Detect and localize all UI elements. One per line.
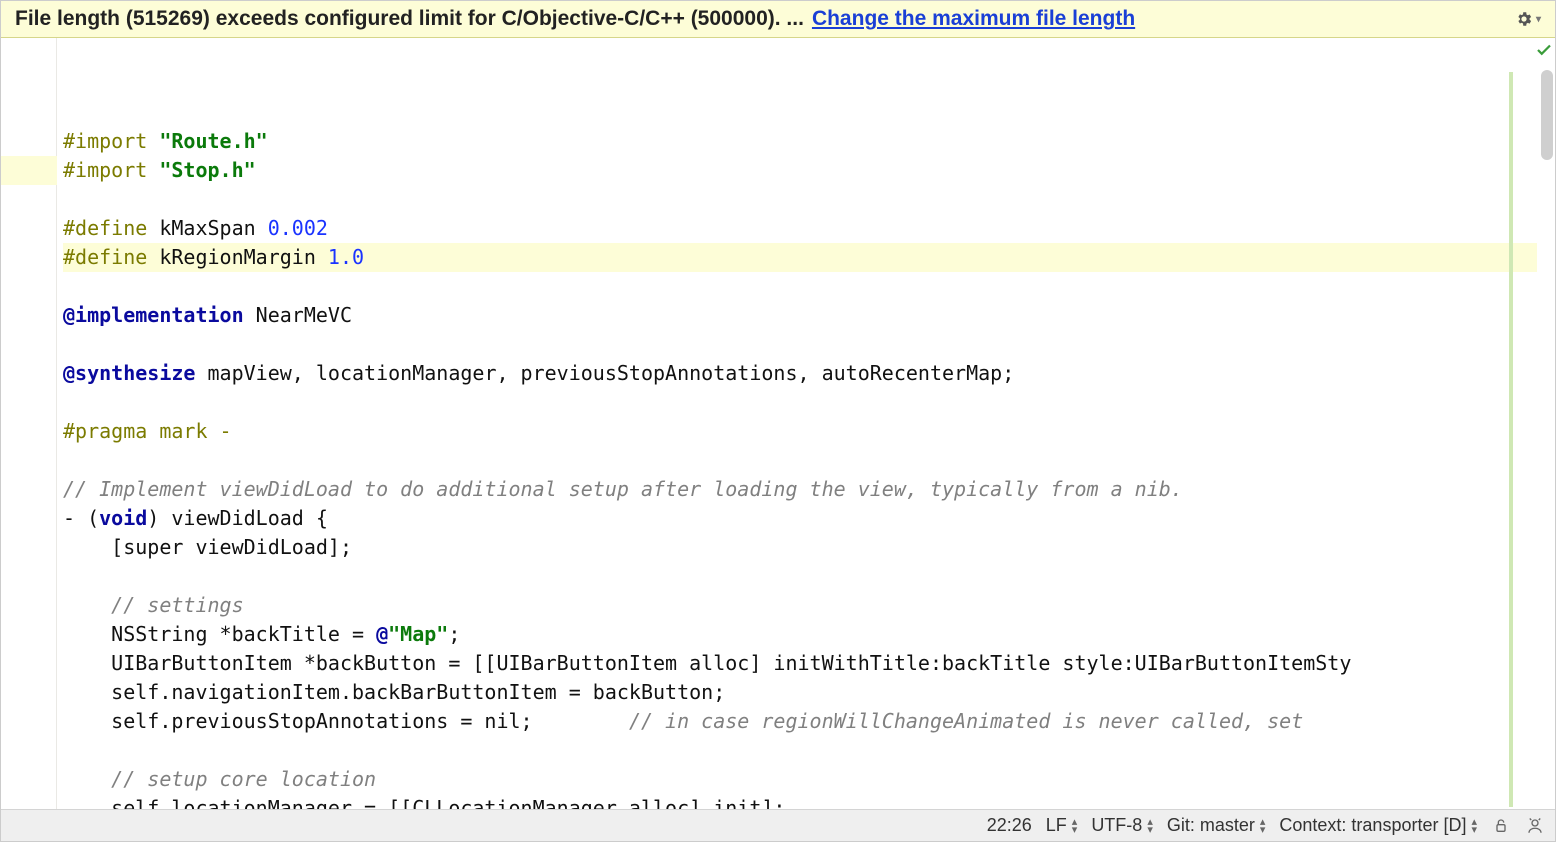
banner-gear-button[interactable]: ▾ [1514, 9, 1541, 29]
code-line[interactable]: self.previousStopAnnotations = nil; // i… [63, 707, 1537, 736]
code-line[interactable] [63, 562, 1537, 591]
git-branch-selector[interactable]: Git: master ▴▾ [1167, 815, 1266, 836]
code-line[interactable]: self.locationManager = [[CLLocationManag… [63, 794, 1537, 809]
gutter-change-marker [1, 156, 57, 185]
encoding-label: UTF-8 [1091, 815, 1142, 836]
code-line[interactable]: @implementation NearMeVC [63, 301, 1537, 330]
inspection-ok-icon[interactable] [1535, 40, 1553, 64]
banner-message: File length (515269) exceeds configured … [15, 7, 804, 31]
chevron-down-icon: ▾ [1536, 14, 1541, 25]
encoding-selector[interactable]: UTF-8 ▴▾ [1091, 815, 1153, 836]
updown-icon: ▴▾ [1471, 818, 1477, 834]
code-line[interactable] [63, 446, 1537, 475]
change-max-length-link[interactable]: Change the maximum file length [812, 7, 1135, 31]
code-line[interactable]: #define kRegionMargin 1.0 [63, 243, 1537, 272]
git-label: Git: master [1167, 815, 1255, 836]
code-line[interactable]: self.navigationItem.backBarButtonItem = … [63, 678, 1537, 707]
vertical-scrollbar[interactable] [1541, 70, 1553, 160]
code-line[interactable] [63, 736, 1537, 765]
file-length-warning-banner: File length (515269) exceeds configured … [1, 1, 1555, 38]
ide-avatar-icon[interactable] [1525, 816, 1545, 836]
context-label: Context: transporter [D] [1279, 815, 1466, 836]
code-line[interactable] [63, 388, 1537, 417]
code-line[interactable]: - (void) viewDidLoad { [63, 504, 1537, 533]
code-line[interactable]: [super viewDidLoad]; [63, 533, 1537, 562]
editor-gutter[interactable] [1, 38, 57, 809]
code-line[interactable]: UIBarButtonItem *backButton = [[UIBarBut… [63, 649, 1537, 678]
line-separator-label: LF [1046, 815, 1067, 836]
marker-rail[interactable] [1537, 38, 1555, 809]
updown-icon: ▴▾ [1147, 818, 1153, 834]
line-separator-selector[interactable]: LF ▴▾ [1046, 815, 1078, 836]
code-line[interactable]: // Implement viewDidLoad to do additiona… [63, 475, 1537, 504]
code-line[interactable] [63, 185, 1537, 214]
code-line[interactable]: @synthesize mapView, locationManager, pr… [63, 359, 1537, 388]
code-line[interactable]: // settings [63, 591, 1537, 620]
code-line[interactable]: // setup core location [63, 765, 1537, 794]
context-selector[interactable]: Context: transporter [D] ▴▾ [1279, 815, 1477, 836]
code-pane[interactable]: #import "Route.h"#import "Stop.h" #defin… [57, 38, 1537, 809]
code-line[interactable]: #import "Route.h" [63, 127, 1537, 156]
code-editor[interactable]: #import "Route.h"#import "Stop.h" #defin… [1, 38, 1555, 809]
readonly-lock-icon[interactable] [1491, 816, 1511, 836]
vcs-change-stripe [1509, 72, 1513, 807]
code-line[interactable] [63, 272, 1537, 301]
caret-position[interactable]: 22:26 [987, 815, 1032, 836]
code-line[interactable]: #pragma mark - [63, 417, 1537, 446]
code-line[interactable]: NSString *backTitle = @"Map"; [63, 620, 1537, 649]
updown-icon: ▴▾ [1260, 818, 1266, 834]
gear-icon [1514, 9, 1534, 29]
status-bar: 22:26 LF ▴▾ UTF-8 ▴▾ Git: master ▴▾ Cont… [1, 809, 1555, 841]
updown-icon: ▴▾ [1072, 818, 1078, 834]
code-line[interactable] [63, 330, 1537, 359]
code-line[interactable]: #import "Stop.h" [63, 156, 1537, 185]
code-line[interactable]: #define kMaxSpan 0.002 [63, 214, 1537, 243]
